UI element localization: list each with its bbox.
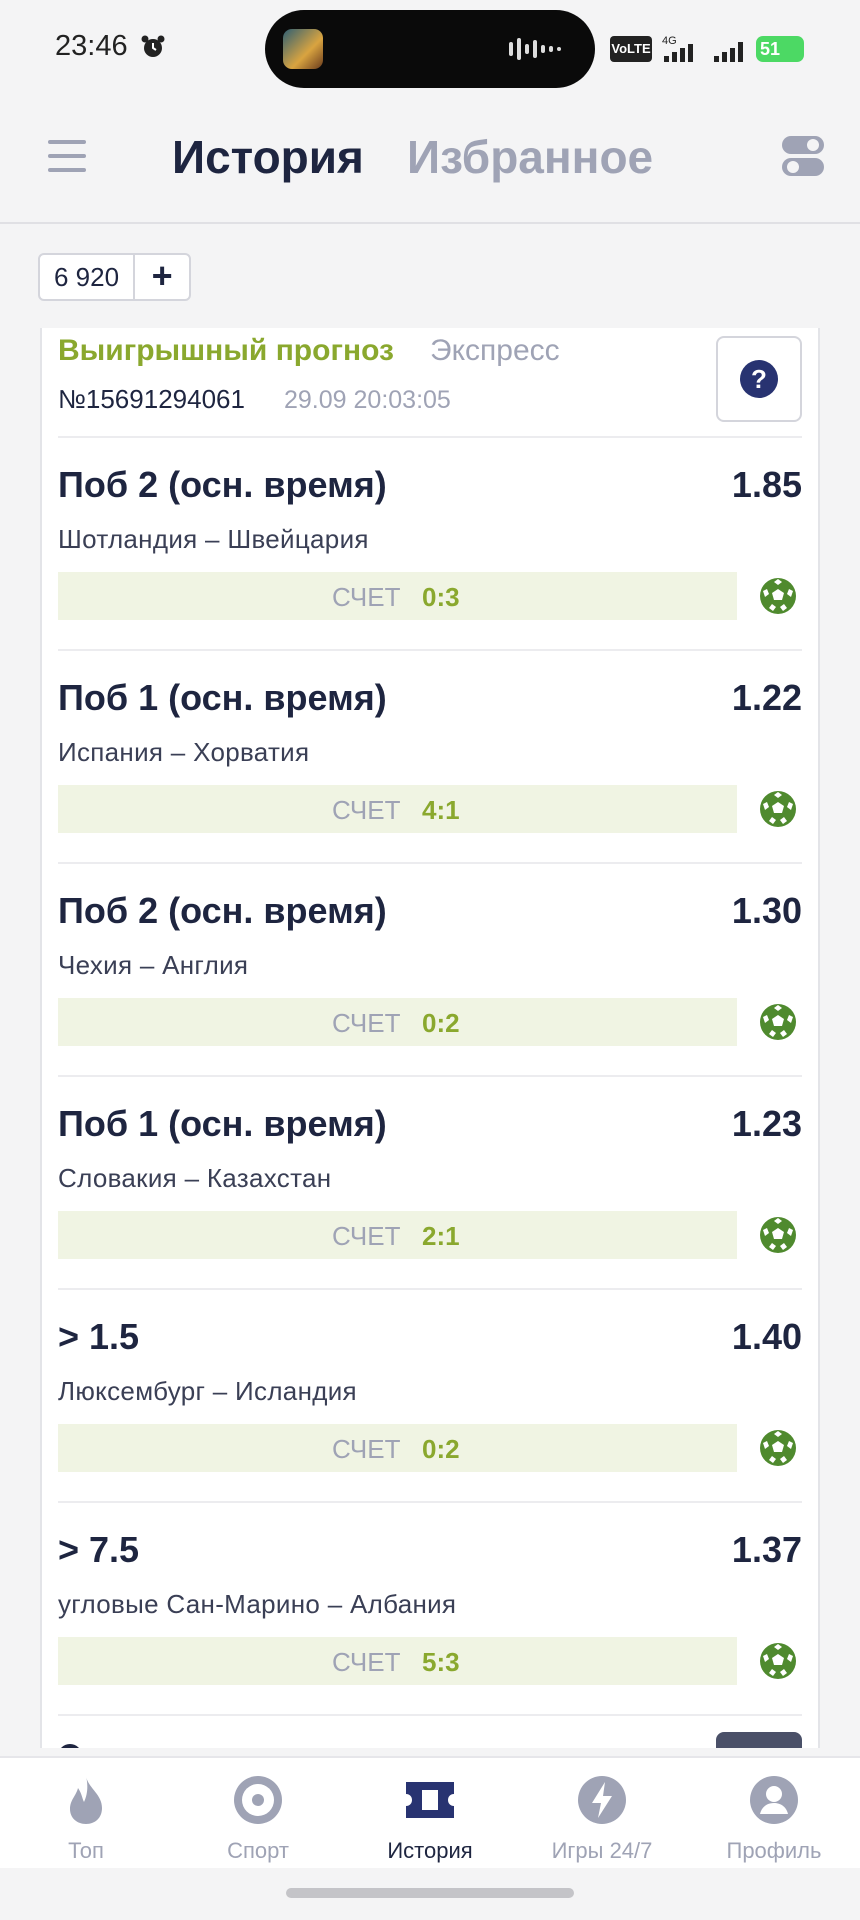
bet-status: Выигрышный прогноз (58, 334, 394, 367)
help-button[interactable]: ? (716, 336, 802, 422)
soccer-ball-icon (760, 578, 796, 614)
target-icon (234, 1776, 282, 1824)
score-value: 0:3 (422, 582, 460, 612)
score-value: 4:1 (422, 795, 460, 825)
bet-market: > 7.5 (58, 1529, 140, 1570)
bet-row[interactable]: Поб 1 (осн. время) 1.22 Испания – Хорват… (58, 651, 802, 864)
score-value: 2:1 (422, 1221, 460, 1251)
voice-wave-icon (509, 38, 561, 60)
bet-odds: 1.30 (731, 890, 802, 931)
next-bet-peek (58, 1716, 802, 1748)
bet-market: > 1.5 (58, 1316, 140, 1357)
score-label: СЧЕТ (332, 582, 401, 612)
menu-icon[interactable] (48, 138, 86, 174)
battery-icon: 51 (756, 36, 804, 62)
bet-number: №15691294061 (58, 384, 245, 414)
status-bar: 23:46 VoLTE 4G 51 (0, 0, 860, 100)
lightning-icon (578, 1776, 626, 1824)
alarm-icon (141, 35, 165, 57)
bet-match: Испания – Хорватия (58, 737, 310, 767)
score-value: 0:2 (422, 1434, 460, 1464)
soccer-ball-icon (760, 1004, 796, 1040)
bottom-nav: Топ Спорт История Игры 24/7 Профиль (0, 1756, 860, 1868)
bet-row[interactable]: Поб 2 (осн. время) 1.30 Чехия – Англия С… (58, 864, 802, 1077)
bet-market: Поб 1 (осн. время) (58, 1103, 387, 1144)
soccer-ball-icon (760, 1643, 796, 1679)
nav-top[interactable]: Топ (0, 1768, 172, 1868)
score-label: СЧЕТ (332, 1008, 401, 1038)
nav-label-profile: Профиль (726, 1838, 822, 1863)
bet-card-header: Выигрышный прогноз Экспресс №15691294061… (58, 328, 802, 438)
tab-favorites[interactable]: Избранное (407, 130, 653, 184)
score-label: СЧЕТ (332, 1221, 401, 1251)
nav-profile[interactable]: Профиль (688, 1768, 860, 1868)
dynamic-island[interactable] (265, 10, 595, 88)
score-bar: СЧЕТ 0:2 (58, 998, 737, 1046)
nav-label-sport: Спорт (227, 1838, 289, 1863)
bet-match: Люксембург – Исландия (58, 1376, 357, 1406)
soccer-ball-icon (760, 1217, 796, 1253)
balance-widget: 6 920 + (38, 253, 192, 301)
app-header: История Избранное (0, 100, 860, 224)
score-bar: СЧЕТ 0:2 (58, 1424, 737, 1472)
nav-label-top: Топ (68, 1838, 104, 1863)
status-time: 23:46 (55, 30, 128, 62)
ticket-icon (406, 1782, 454, 1818)
bets-list: Поб 2 (осн. время) 1.85 Шотландия – Швей… (42, 438, 818, 1716)
bet-row[interactable]: > 1.5 1.40 Люксембург – Исландия СЧЕТ 0:… (58, 1290, 802, 1503)
bet-match: Словакия – Казахстан (58, 1163, 332, 1193)
nav-sport[interactable]: Спорт (172, 1768, 344, 1868)
add-funds-button[interactable]: + (135, 255, 189, 299)
next-bet-partial (58, 1744, 82, 1748)
soccer-ball-icon (760, 1430, 796, 1466)
bet-odds: 1.40 (731, 1316, 802, 1357)
question-icon: ? (740, 360, 778, 398)
score-bar: СЧЕТ 2:1 (58, 1211, 737, 1259)
soccer-ball-icon (760, 791, 796, 827)
score-label: СЧЕТ (332, 1434, 401, 1464)
bet-odds: 1.37 (731, 1529, 802, 1570)
signal-icon: 4G (662, 35, 693, 62)
score-bar: СЧЕТ 4:1 (58, 785, 737, 833)
bet-card[interactable]: Выигрышный прогноз Экспресс №15691294061… (40, 328, 820, 1748)
bet-match: Шотландия – Швейцария (58, 524, 369, 554)
bet-type: Экспресс (430, 334, 560, 367)
flame-icon (70, 1776, 102, 1824)
bet-odds: 1.23 (731, 1103, 802, 1144)
media-thumbnail (283, 29, 323, 69)
bet-odds: 1.22 (731, 677, 802, 718)
nav-games[interactable]: Игры 24/7 (516, 1768, 688, 1868)
bet-date: 29.09 20:03:05 (284, 386, 451, 414)
toggle-settings-icon[interactable] (782, 134, 824, 178)
next-bet-button[interactable] (716, 1732, 802, 1748)
score-value: 5:3 (422, 1647, 460, 1677)
nav-label-games: Игры 24/7 (551, 1838, 653, 1863)
score-label: СЧЕТ (332, 795, 401, 825)
svg-text:4G: 4G (662, 35, 677, 47)
bet-odds: 1.85 (731, 464, 802, 505)
bet-row[interactable]: Поб 2 (осн. время) 1.85 Шотландия – Швей… (58, 438, 802, 651)
bet-market: Поб 2 (осн. время) (58, 890, 387, 931)
volte-badge: VoLTE (610, 36, 652, 62)
score-value: 0:2 (422, 1008, 460, 1038)
bet-match: угловые Сан-Марино – Албания (58, 1589, 457, 1619)
bet-market: Поб 2 (осн. время) (58, 464, 387, 505)
score-label: СЧЕТ (332, 1647, 401, 1677)
nav-label-history: История (387, 1838, 473, 1863)
balance-value: 6 920 (40, 255, 136, 299)
bet-market: Поб 1 (осн. время) (58, 677, 387, 718)
signal-icon-2 (714, 42, 743, 62)
nav-history[interactable]: История (344, 1768, 516, 1868)
bet-row[interactable]: Поб 1 (осн. время) 1.23 Словакия – Казах… (58, 1077, 802, 1290)
score-bar: СЧЕТ 0:3 (58, 572, 737, 620)
bet-match: Чехия – Англия (58, 950, 249, 980)
tab-history[interactable]: История (172, 130, 364, 184)
profile-icon (750, 1776, 798, 1824)
home-indicator[interactable] (286, 1888, 574, 1898)
bet-row[interactable]: > 7.5 1.37 угловые Сан-Марино – Албания … (58, 1503, 802, 1716)
score-bar: СЧЕТ 5:3 (58, 1637, 737, 1685)
